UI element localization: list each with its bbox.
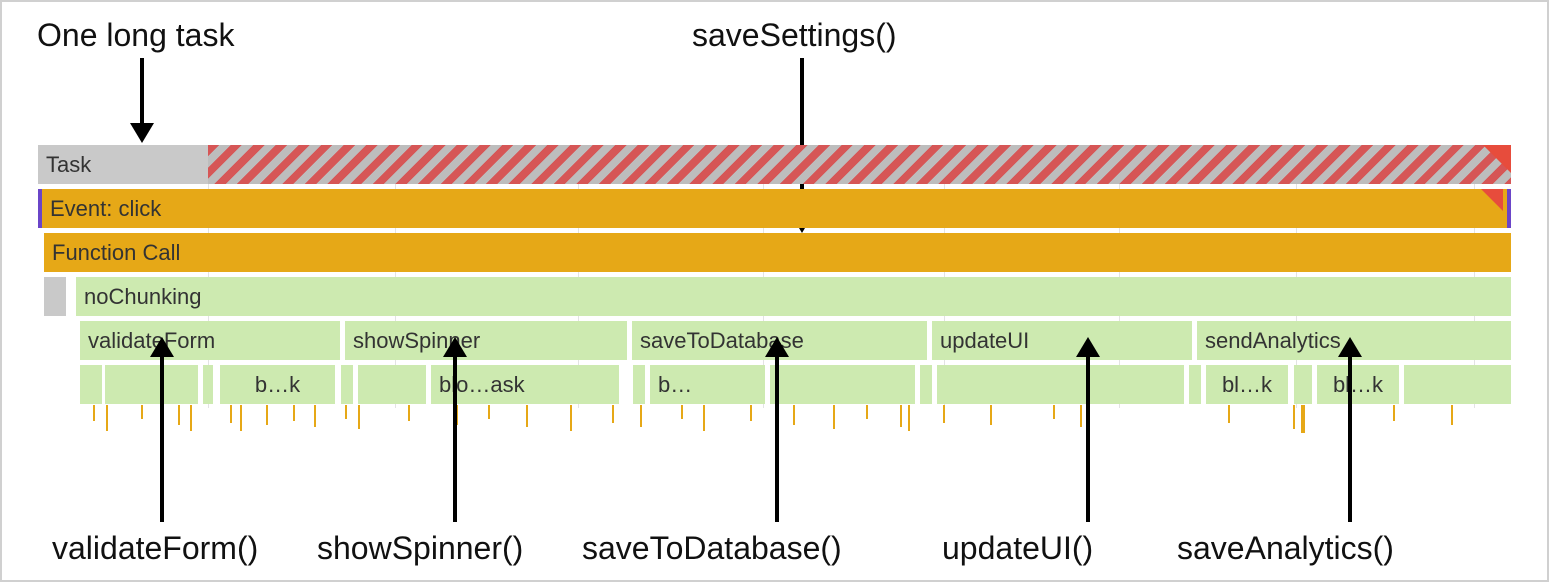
tick [93,405,95,421]
arrow-savetodatabase [747,337,807,522]
chip[interactable] [1404,365,1511,404]
tick [1451,405,1453,425]
tick [943,405,945,423]
row-event: Event: click [38,189,1511,228]
tick [612,405,614,423]
chip-bk1[interactable]: b…k [220,365,335,404]
row-nochunking: noChunking [38,277,1511,316]
tick [1393,405,1395,421]
diagram-frame: One long task saveSettings() Task [0,0,1549,582]
updateui-label: updateUI [932,328,1029,354]
tick [1293,405,1295,429]
validateform-bar[interactable]: validateForm [80,321,340,360]
tick [314,405,316,427]
tick [1053,405,1055,419]
annotation-validateform: validateForm() [52,530,258,567]
chip[interactable] [341,365,353,404]
long-task-triangle-icon [1483,145,1511,173]
tick [866,405,868,419]
tick [293,405,295,421]
annotation-updateui: updateUI() [942,530,1093,567]
tick [681,405,683,419]
tick [408,405,410,421]
function-call-bar[interactable]: Function Call [44,233,1511,272]
tick [1301,405,1305,433]
tick [900,405,902,427]
tick [833,405,835,429]
arrow-saveanalytics [1320,337,1380,522]
event-label: Event: click [42,196,161,222]
tick [570,405,572,431]
tick [640,405,642,427]
arrow-updateui [1058,337,1118,522]
chip[interactable] [1294,365,1312,404]
tick [240,405,242,431]
event-triangle-icon [1481,189,1503,211]
annotation-saveanalytics: saveAnalytics() [1177,530,1394,567]
chip[interactable] [920,365,932,404]
arrow-showspinner [425,337,485,522]
function-call-label: Function Call [44,240,180,266]
chip[interactable] [358,365,426,404]
annotation-long-task: One long task [37,17,234,54]
arrow-validateform [132,337,192,522]
tick [526,405,528,427]
chip-blk3[interactable]: bl…k [1206,365,1288,404]
tick [990,405,992,425]
task-label: Task [38,152,91,178]
tick [908,405,910,431]
row-function-call: Function Call [38,233,1511,272]
row-task: Task [38,145,1511,184]
tick [345,405,347,419]
chip[interactable] [633,365,645,404]
grey-chip-leading[interactable] [44,277,66,316]
task-bar-hatched[interactable] [208,145,1511,184]
chip-label: b…k [255,372,300,398]
arrow-long-task [112,58,172,148]
tick [266,405,268,425]
showspinner-bar[interactable]: showSpinner [345,321,627,360]
tick [488,405,490,419]
annotation-showspinner: showSpinner() [317,530,523,567]
chip[interactable] [1189,365,1201,404]
chip[interactable] [80,365,102,404]
event-bar[interactable]: Event: click [38,189,1511,228]
chip-label: b… [650,372,692,398]
tick [703,405,705,431]
nochunking-label: noChunking [76,284,201,310]
nochunking-bar[interactable]: noChunking [76,277,1511,316]
tick [1228,405,1230,423]
tick [230,405,232,423]
chip-label: bl…k [1222,372,1272,398]
tick [106,405,108,431]
task-bar-grey[interactable]: Task [38,145,208,184]
annotation-save-settings: saveSettings() [692,17,897,54]
annotation-savetodatabase: saveToDatabase() [582,530,842,567]
chip[interactable] [203,365,213,404]
tick [358,405,360,429]
